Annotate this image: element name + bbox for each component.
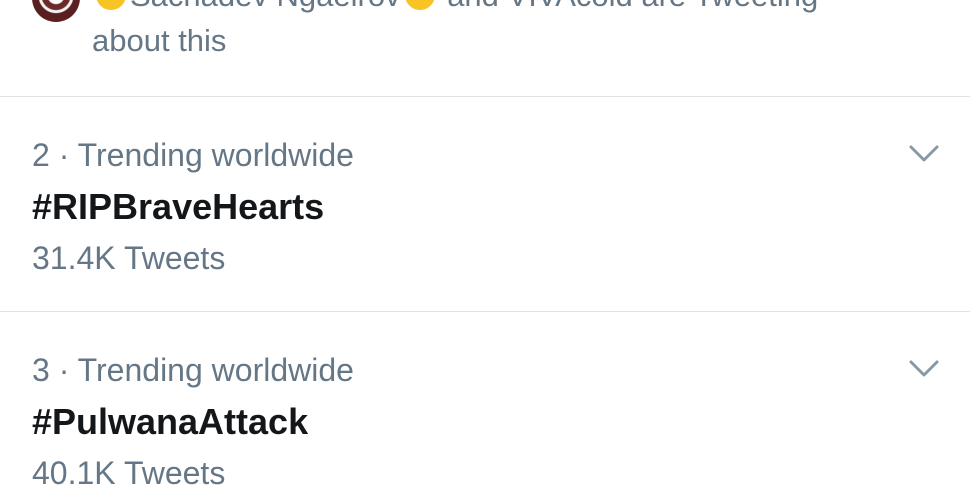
chevron-down-icon[interactable] (908, 358, 940, 380)
trend-hashtag[interactable]: #RIPBraveHearts (32, 185, 324, 229)
trends-list: Sachadev Ngaeirov and VIVAcold are Tweet… (0, 0, 970, 500)
trend-item-3[interactable]: 3 · Trending worldwide #PulwanaAttack 40… (0, 312, 970, 500)
trend-rank-label: 3 · Trending worldwide (32, 352, 354, 388)
trend-rank-label: 2 · Trending worldwide (32, 137, 354, 173)
trend-social-context[interactable]: Sachadev Ngaeirov and VIVAcold are Tweet… (0, 0, 970, 97)
avatar (32, 0, 80, 22)
trend-item-2[interactable]: 2 · Trending worldwide #RIPBraveHearts 3… (0, 97, 970, 312)
hand-emoji-icon (96, 0, 126, 10)
user-name-1: Sachadev Ngaeirov (130, 0, 401, 13)
about-this-text: about this (92, 23, 227, 58)
trend-tweet-count: 31.4K Tweets (32, 240, 226, 276)
trend-hashtag[interactable]: #PulwanaAttack (32, 400, 308, 444)
trend-tweet-count: 40.1K Tweets (32, 455, 226, 491)
hand-emoji-icon (404, 0, 435, 10)
tweeting-users-line: Sachadev Ngaeirov and VIVAcold are Tweet… (92, 0, 818, 14)
tweeting-suffix: and VIVAcold are Tweeting (447, 0, 818, 13)
chevron-down-icon[interactable] (908, 143, 940, 165)
